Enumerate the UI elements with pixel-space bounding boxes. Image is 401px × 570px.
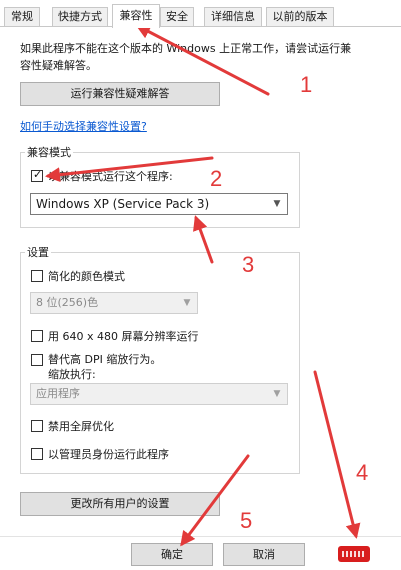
manual-settings-link[interactable]: 如何手动选择兼容性设置? <box>20 118 147 134</box>
dpi-scaling-select-value: 应用程序 <box>36 387 80 400</box>
reduced-color-checkbox[interactable] <box>31 270 43 282</box>
tab-general[interactable]: 常规 <box>4 7 40 27</box>
compat-mode-group-label: 兼容模式 <box>27 146 71 159</box>
annotation-number-5: 5 <box>240 508 253 533</box>
annotation-number-2: 2 <box>210 166 223 191</box>
fullscreen-opt-checkbox[interactable] <box>31 420 43 432</box>
ok-button[interactable]: 确定 <box>131 543 213 566</box>
settings-group-label: 设置 <box>27 246 49 259</box>
resolution-label: 用 640 x 480 屏幕分辨率运行 <box>48 330 199 343</box>
dpi-checkbox[interactable] <box>31 354 43 366</box>
compat-mode-group: 兼容模式 <box>20 144 300 228</box>
chevron-down-icon: ▼ <box>183 298 191 308</box>
dpi-label-block: 替代高 DPI 缩放行为。 缩放执行: <box>48 352 161 382</box>
tab-previous-versions[interactable]: 以前的版本 <box>266 7 334 27</box>
dpi-label: 替代高 DPI 缩放行为。 <box>48 353 162 366</box>
dpi-scaling-select[interactable]: 应用程序 ▼ <box>30 383 288 405</box>
tab-compatibility[interactable]: 兼容性 <box>112 4 160 28</box>
tab-security[interactable]: 安全 <box>160 7 194 27</box>
resolution-checkbox[interactable] <box>31 330 43 342</box>
cancel-button[interactable]: 取消 <box>223 543 305 566</box>
color-depth-select[interactable]: 8 位(256)色 ▼ <box>30 292 198 314</box>
run-as-admin-checkbox[interactable] <box>31 448 43 460</box>
dpi-row: 替代高 DPI 缩放行为。 缩放执行: <box>31 352 161 382</box>
tab-bar: 常规 快捷方式 兼容性 安全 详细信息 以前的版本 <box>0 0 401 28</box>
reduced-color-row: 简化的颜色模式 <box>31 268 125 284</box>
run-troubleshooter-button[interactable]: 运行兼容性疑难解答 <box>20 82 220 106</box>
change-all-users-button[interactable]: 更改所有用户的设置 <box>20 492 220 516</box>
compat-hint-text: 如果此程序不能在这个版本的 Windows 上正常工作，请尝试运行兼容性疑难解答… <box>20 42 352 72</box>
tab-shortcut[interactable]: 快捷方式 <box>52 7 108 27</box>
compat-mode-row: 以兼容模式运行这个程序: <box>31 168 173 184</box>
bottom-divider <box>0 536 401 537</box>
arrow-4 <box>313 370 361 539</box>
annotation-number-1: 1 <box>300 72 313 97</box>
color-depth-select-value: 8 位(256)色 <box>36 296 99 309</box>
compat-os-select[interactable]: Windows XP (Service Pack 3) ▼ <box>30 193 288 215</box>
run-as-admin-row: 以管理员身份运行此程序 <box>31 446 169 462</box>
reduced-color-label: 简化的颜色模式 <box>48 270 125 283</box>
annotation-number-3: 3 <box>242 252 255 277</box>
run-as-admin-label: 以管理员身份运行此程序 <box>48 448 169 461</box>
compat-mode-checkbox[interactable] <box>31 168 43 182</box>
chevron-down-icon: ▼ <box>273 199 281 209</box>
chevron-down-icon: ▼ <box>273 389 281 399</box>
compat-mode-checkbox-label: 以兼容模式运行这个程序: <box>48 170 173 183</box>
tab-details[interactable]: 详细信息 <box>204 7 262 27</box>
resolution-row: 用 640 x 480 屏幕分辨率运行 <box>31 328 199 344</box>
annotation-number-4: 4 <box>356 460 369 485</box>
fullscreen-opt-label: 禁用全屏优化 <box>48 420 114 433</box>
fullscreen-opt-row: 禁用全屏优化 <box>31 418 114 434</box>
compat-os-select-value: Windows XP (Service Pack 3) <box>36 197 210 211</box>
watermark-logo <box>338 546 370 562</box>
dpi-scaling-label: 缩放执行: <box>48 368 96 381</box>
